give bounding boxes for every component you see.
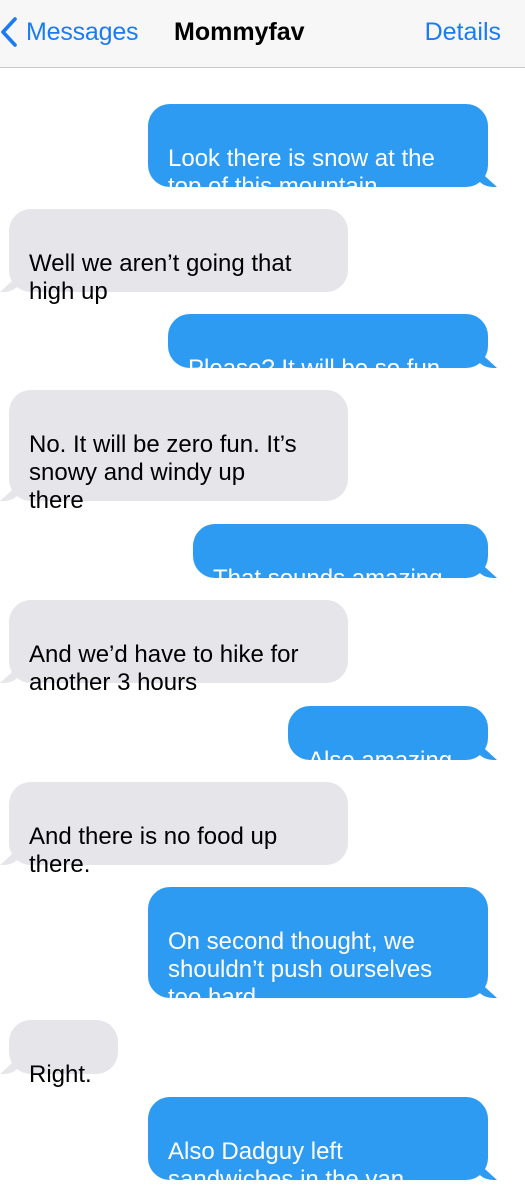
message-text: And we’d have to hike for another 3 hour… [29,641,299,696]
message-bubble-received[interactable]: And we’d have to hike for another 3 hour… [9,600,348,696]
details-button[interactable]: Details [425,12,501,52]
conversation-title: Mommyfav [174,18,305,46]
message-bubble-sent[interactable]: Please? It will be so fun [168,314,488,382]
message-text: On second thought, we shouldn’t push our… [168,928,433,1011]
message-text: That sounds amazing [213,565,443,592]
message-bubble-received[interactable]: Well we aren’t going that high up [9,209,348,305]
message-bubble-received[interactable]: And there is no food up there. [9,782,348,878]
message-bubble-sent[interactable]: Look there is snow at the top of this mo… [148,104,488,200]
message-thread: Look there is snow at the top of this mo… [0,68,525,1200]
message-text: Look there is snow at the top of this mo… [168,145,435,200]
message-text: No. It will be zero fun. It’s snowy and … [29,431,297,514]
message-bubble-sent[interactable]: Also Dadguy left sandwiches in the van [148,1097,488,1193]
message-bubble-sent[interactable]: That sounds amazing [193,524,488,592]
message-text: Right. [29,1061,92,1088]
back-button[interactable]: Messages [0,12,139,52]
chevron-left-icon [0,17,18,47]
message-text: Also amazing [308,747,453,774]
message-text: Well we aren’t going that high up [29,250,292,305]
message-text: Please? It will be so fun [188,355,441,382]
message-bubble-sent[interactable]: Also amazing [288,706,488,774]
navigation-bar: Messages Mommyfav Details [0,0,525,68]
message-text: And there is no food up there. [29,823,278,878]
message-bubble-received[interactable]: Right. [9,1020,118,1088]
message-text: Also Dadguy left sandwiches in the van [168,1138,405,1193]
back-label: Messages [26,18,139,46]
message-bubble-received[interactable]: No. It will be zero fun. It’s snowy and … [9,390,348,514]
message-bubble-sent[interactable]: On second thought, we shouldn’t push our… [148,887,488,1011]
